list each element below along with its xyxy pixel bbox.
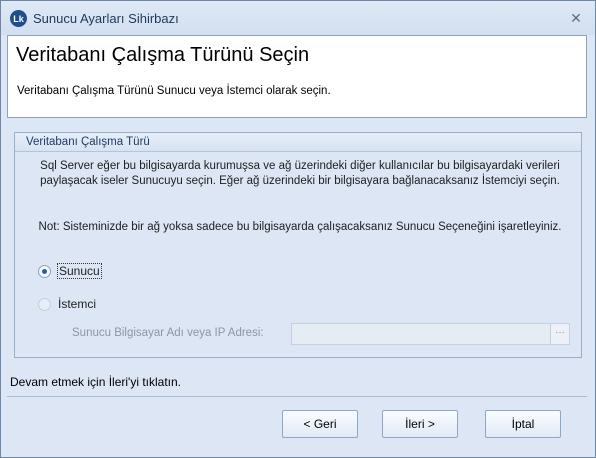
note-text: Not: Sisteminizde bir ağ yoksa sadece bu… [38,221,562,233]
server-address-input[interactable] [291,323,552,345]
client-option[interactable]: İstemci [38,297,96,311]
server-radio[interactable] [38,264,51,278]
next-button[interactable]: İleri > [382,410,458,438]
group-caption-label: Veritabanı Çalışma Türü [26,136,150,148]
server-option[interactable]: Sunucu [38,263,102,279]
server-address-label: Sunucu Bilgisayar Adı veya IP Adresi: [72,327,264,339]
window-title: Sunucu Ayarları Sihirbazı [33,11,179,26]
wizard-header: Veritabanı Çalışma Türünü Seçin Veritaba… [7,35,587,118]
client-radio[interactable] [38,297,51,311]
server-radio-label[interactable]: Sunucu [57,263,102,279]
database-type-group: Veritabanı Çalışma Türü Sql Server eğer … [14,132,582,358]
close-icon[interactable]: ✕ [569,11,583,25]
browse-button[interactable]: ··· [550,323,570,345]
wizard-window: Lk Sunucu Ayarları Sihirbazı ✕ Veritaban… [0,0,596,458]
cancel-button[interactable]: İptal [485,410,561,438]
footer-divider [7,396,587,397]
page-title: Veritabanı Çalışma Türünü Seçin [16,44,310,66]
description-text: Sql Server eğer bu bilgisayarda kurumuşs… [40,160,560,187]
group-caption: Veritabanı Çalışma Türü [15,133,581,152]
status-text: Devam etmek için İleri'yi tıklatın. [10,375,182,389]
app-logo-icon: Lk [10,10,27,27]
page-subtitle: Veritabanı Çalışma Türünü Sunucu veya İs… [17,85,331,97]
back-button[interactable]: < Geri [282,410,358,438]
title-bar: Lk Sunucu Ayarları Sihirbazı ✕ [1,1,595,35]
client-radio-label[interactable]: İstemci [58,297,96,311]
